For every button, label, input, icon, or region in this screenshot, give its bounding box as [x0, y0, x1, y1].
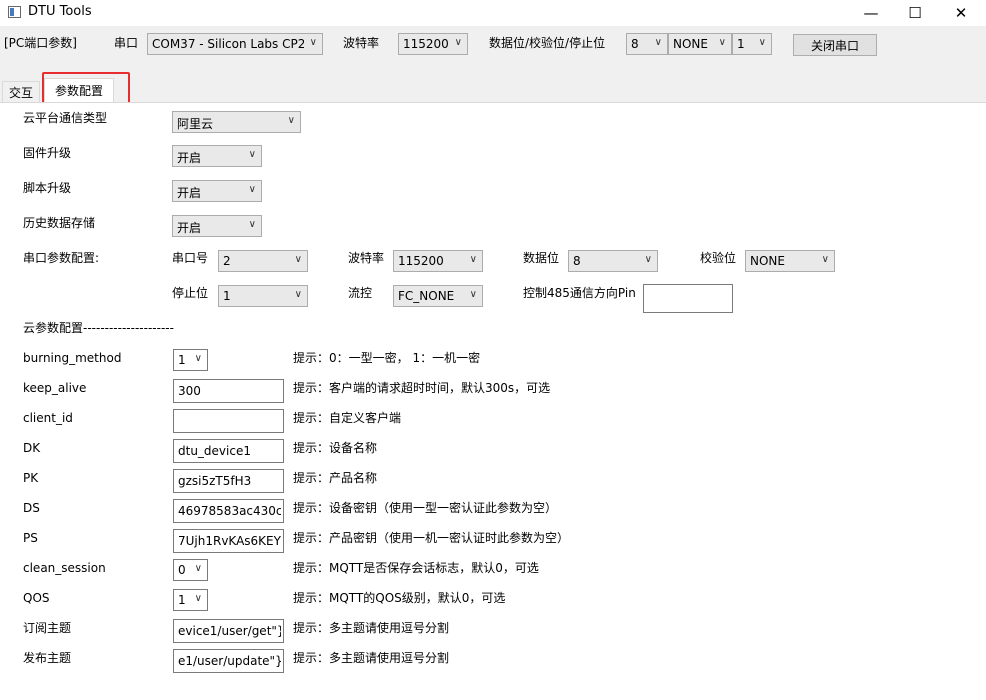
close-port-button[interactable]: 关闭串口 [793, 34, 877, 56]
parity-select[interactable]: NONE ∨ [668, 33, 732, 55]
pk-hint: 提示：产品名称 [293, 471, 378, 485]
port-select[interactable]: COM37 - Silicon Labs CP210x∨ [147, 33, 323, 55]
chevron-down-icon: ∨ [469, 289, 477, 300]
burning-method-label: burning_method [23, 351, 122, 365]
fw-upgrade-select[interactable]: 开启 ∨ [172, 145, 262, 167]
chevron-down-icon: ∨ [718, 37, 726, 48]
dk-hint: 提示：设备名称 [293, 441, 378, 455]
maximize-button[interactable]: ☐ [892, 0, 938, 26]
app-window-icon [8, 6, 21, 18]
uart-databits-select[interactable]: 8 ∨ [568, 250, 658, 272]
chevron-down-icon: ∨ [454, 37, 462, 48]
ds-hint: 提示：设备密钥（使用一型一密认证此参数为空） [293, 501, 558, 515]
uart-no-select[interactable]: 2 ∨ [218, 250, 308, 272]
clean-session-hint: 提示：MQTT是否保存会话标志，默认0，可选 [293, 561, 539, 575]
chevron-down-icon: ∨ [309, 37, 317, 48]
tab-strip: 交互 参数配置 [0, 78, 986, 102]
uart-baud-label: 波特率 [348, 251, 385, 265]
chevron-down-icon: ∨ [644, 254, 652, 265]
title-bar[interactable]: DTU Tools — ☐ ✕ [0, 0, 986, 26]
keep-alive-hint: 提示：客户端的请求超时时间，默认300s，可选 [293, 381, 551, 395]
qos-select[interactable]: 1 ∨ [173, 589, 208, 611]
chevron-down-icon: ∨ [654, 37, 662, 48]
clean-session-label: clean_session [23, 561, 106, 575]
pk-input[interactable]: gzsi5zT5fH3 [173, 469, 284, 493]
cloud-section-label: 云参数配置--------------------- [23, 321, 174, 335]
sub-topic-hint: 提示：多主题请使用逗号分割 [293, 621, 450, 635]
cloud-type-label: 云平台通信类型 [23, 111, 108, 125]
qos-hint: 提示：MQTT的QOS级别，默认0，可选 [293, 591, 506, 605]
cloud-type-select[interactable]: 阿里云 ∨ [172, 111, 301, 133]
chevron-down-icon: ∨ [194, 353, 202, 364]
burning-method-hint: 提示：0：一型一密， 1：一机一密 [293, 351, 481, 365]
pub-topic-label: 发布主题 [23, 651, 72, 665]
fw-upgrade-label: 固件升级 [23, 146, 72, 160]
stopbits-select[interactable]: 1 ∨ [732, 33, 772, 55]
chevron-down-icon: ∨ [294, 254, 302, 265]
ds-input[interactable]: 46978583ac430c0 [173, 499, 284, 523]
close-button[interactable]: ✕ [938, 0, 984, 26]
chevron-down-icon: ∨ [758, 37, 766, 48]
window-title: DTU Tools [28, 4, 92, 19]
chevron-down-icon: ∨ [194, 593, 202, 604]
chevron-down-icon: ∨ [194, 563, 202, 574]
chevron-down-icon: ∨ [821, 254, 829, 265]
qos-label: QOS [23, 591, 50, 605]
client-id-input[interactable] [173, 409, 284, 433]
rs485-pin-input[interactable] [643, 284, 733, 313]
uart-databits-label: 数据位 [523, 251, 560, 265]
ps-hint: 提示：产品密钥（使用一机一密认证时此参数为空） [293, 531, 570, 545]
clean-session-select[interactable]: 0 ∨ [173, 559, 208, 581]
history-select[interactable]: 开启 ∨ [172, 215, 262, 237]
uart-stop-select[interactable]: 1 ∨ [218, 285, 308, 307]
pc-port-group-label: [PC端口参数] [4, 36, 77, 50]
client-id-hint: 提示：自定义客户端 [293, 411, 402, 425]
uart-no-label: 串口号 [172, 251, 209, 265]
ps-label: PS [23, 531, 38, 545]
chevron-down-icon: ∨ [248, 149, 256, 160]
pub-topic-hint: 提示：多主题请使用逗号分割 [293, 651, 450, 665]
tab-interact[interactable]: 交互 [2, 81, 40, 102]
keep-alive-label: keep_alive [23, 381, 87, 395]
keep-alive-input[interactable]: 300 [173, 379, 284, 403]
script-upgrade-label: 脚本升级 [23, 181, 72, 195]
dk-input[interactable]: dtu_device1 [173, 439, 284, 463]
ps-input[interactable]: 7Ujh1RvKAs6KEY [173, 529, 284, 553]
dk-label: DK [23, 441, 41, 455]
minimize-button[interactable]: — [848, 0, 894, 26]
chevron-down-icon: ∨ [248, 219, 256, 230]
port-label: 串口 [114, 36, 139, 50]
uart-baud-select[interactable]: 115200 ∨ [393, 250, 483, 272]
rs485-label: 控制485通信方向Pin [523, 286, 636, 300]
chevron-down-icon: ∨ [469, 254, 477, 265]
uart-parity-label: 校验位 [700, 251, 737, 265]
chevron-down-icon: ∨ [248, 184, 256, 195]
sub-topic-label: 订阅主题 [23, 621, 72, 635]
uart-flow-select[interactable]: FC_NONE ∨ [393, 285, 483, 307]
burning-method-select[interactable]: 1 ∨ [173, 349, 208, 371]
uart-stop-label: 停止位 [172, 286, 209, 300]
format-label: 数据位/校验位/停止位 [489, 36, 606, 50]
baud-select[interactable]: 115200 ∨ [398, 33, 468, 55]
uart-config-label: 串口参数配置: [23, 251, 100, 265]
script-upgrade-select[interactable]: 开启 ∨ [172, 180, 262, 202]
baud-label: 波特率 [343, 36, 380, 50]
config-panel [0, 102, 986, 700]
client-id-label: client_id [23, 411, 73, 425]
uart-parity-select[interactable]: NONE ∨ [745, 250, 835, 272]
pk-label: PK [23, 471, 39, 485]
databits-select[interactable]: 8 ∨ [626, 33, 668, 55]
pub-topic-input[interactable]: e1/user/update"} [173, 649, 284, 673]
chevron-down-icon: ∨ [294, 289, 302, 300]
history-label: 历史数据存储 [23, 216, 96, 230]
ds-label: DS [23, 501, 40, 515]
sub-topic-input[interactable]: evice1/user/get"} [173, 619, 284, 643]
uart-flow-label: 流控 [348, 286, 373, 300]
chevron-down-icon: ∨ [287, 115, 295, 126]
